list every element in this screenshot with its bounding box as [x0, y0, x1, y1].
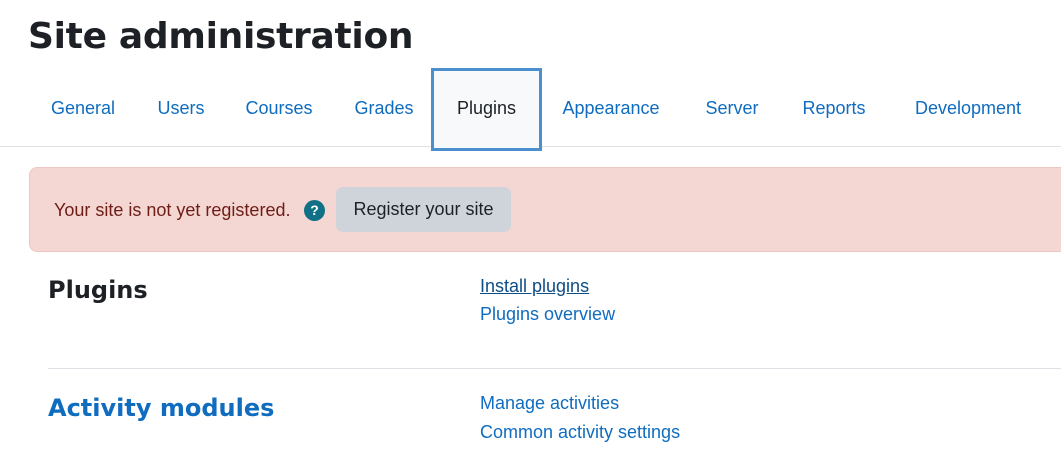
tab-server[interactable]: Server [692, 68, 772, 146]
admin-tab-bar: General Users Courses Grades Plugins App… [0, 68, 1061, 151]
section-heading-plugins: Plugins [48, 276, 148, 304]
tab-general[interactable]: General [30, 68, 136, 146]
tab-development[interactable]: Development [896, 68, 1040, 146]
alert-message: Your site is not yet registered. [54, 200, 291, 220]
plugins-overview-link[interactable]: Plugins overview [480, 302, 615, 326]
cut-off-list-item [480, 448, 540, 454]
common-activity-settings-link[interactable]: Common activity settings [480, 420, 680, 444]
install-plugins-link[interactable]: Install plugins [480, 274, 589, 298]
manage-activities-link[interactable]: Manage activities [480, 391, 619, 415]
tab-appearance[interactable]: Appearance [547, 68, 675, 146]
tab-plugins[interactable]: Plugins [431, 68, 542, 151]
register-site-button[interactable]: Register your site [336, 187, 511, 232]
question-circle-icon[interactable]: ? [304, 200, 325, 221]
tab-courses[interactable]: Courses [226, 68, 332, 146]
section-divider [48, 368, 1061, 369]
registration-alert: Your site is not yet registered. ? Regis… [29, 167, 1061, 252]
tab-grades[interactable]: Grades [341, 68, 427, 146]
page-title: Site administration [28, 16, 414, 57]
tab-reports[interactable]: Reports [789, 68, 879, 146]
section-heading-activity-modules[interactable]: Activity modules [48, 392, 274, 424]
tab-users[interactable]: Users [145, 68, 217, 146]
